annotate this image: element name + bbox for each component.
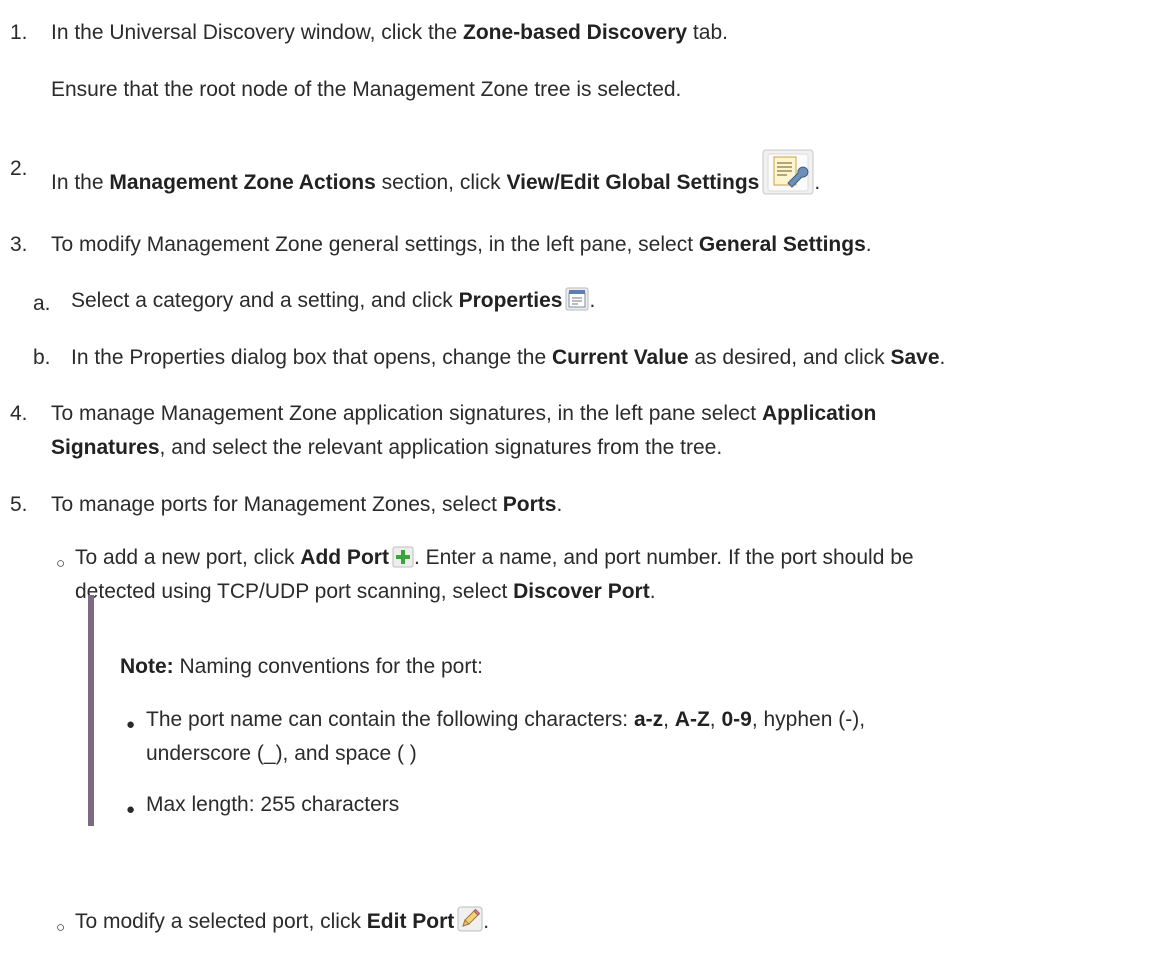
step-3a-letter: a. (33, 292, 51, 315)
step-3-pre: To modify Management Zone general settin… (51, 233, 699, 256)
discover-port-label: Discover Port (513, 580, 650, 603)
step-5-post: . (556, 493, 563, 516)
add-port-text-line1: To add a new port, click Add Port . Ente… (75, 541, 914, 579)
edit-port-text: To modify a selected port, click Edit Po… (75, 905, 489, 943)
note-bullet-1-line2: underscore (_), and space ( ) (146, 742, 417, 765)
zone-based-discovery-label: Zone-based Discovery (463, 21, 688, 44)
chars-az: a-z (633, 708, 664, 731)
note-b1-pre: The port name can contain the following … (146, 708, 634, 731)
step-1-number: 1. (10, 21, 28, 44)
view-edit-global-settings-label: View/Edit Global Settings (506, 171, 760, 194)
step-3a-text: Select a category and a setting, and cli… (71, 284, 595, 322)
step-2-pre: In the (51, 171, 110, 194)
step-2-mid: section, click (375, 171, 507, 194)
properties-label: Properties (458, 289, 563, 312)
hollow-bullet-icon: ○ (56, 919, 66, 936)
step-3a-post: . (589, 289, 596, 312)
step-5-pre: To manage ports for Management Zones, se… (51, 493, 503, 516)
add-port-line2-post: . (649, 580, 656, 603)
application-label: Application (761, 402, 877, 425)
add-port-text-line2: detected using TCP/UDP port scanning, se… (75, 575, 656, 609)
step-3-post: . (865, 233, 872, 256)
step-3a-pre: Select a category and a setting, and cli… (71, 289, 459, 312)
general-settings-label: General Settings (698, 233, 866, 256)
note-b1-comma2: , (709, 708, 722, 731)
edit-port-label: Edit Port (366, 910, 455, 933)
current-value-label: Current Value (552, 346, 689, 369)
step-3b-text: In the Properties dialog box that opens,… (71, 341, 945, 375)
step-4-text-line1: To manage Management Zone application si… (51, 397, 876, 431)
edit-port-post: . (483, 910, 490, 933)
step-3b-mid: as desired, and click (688, 346, 891, 369)
add-port-label: Add Port (300, 546, 389, 569)
step-1-text: In the Universal Discovery window, click… (51, 16, 728, 50)
note-b1-comma1: , (663, 708, 675, 731)
chars-AZ: A-Z (674, 708, 710, 731)
note-bar (88, 595, 94, 826)
step-1-subtext: Ensure that the root node of the Managem… (51, 78, 682, 101)
note-bullet-icon: ● (126, 801, 136, 818)
step-1-post: tab. (687, 21, 728, 44)
step-3b-pre: In the Properties dialog box that opens,… (71, 346, 553, 369)
hollow-bullet-icon: ○ (56, 555, 66, 572)
step-5-text: To manage ports for Management Zones, se… (51, 488, 562, 522)
management-zone-actions-label: Management Zone Actions (109, 171, 376, 194)
signatures-label: Signatures (51, 436, 160, 459)
note-heading: Note: Naming conventions for the port: (120, 650, 483, 684)
properties-icon (565, 287, 589, 322)
note-bullet-icon: ● (126, 716, 136, 733)
note-b1-post: , hyphen (-), (751, 708, 866, 731)
step-1-pre: In the Universal Discovery window, click… (51, 21, 463, 44)
ports-label: Ports (502, 493, 557, 516)
note-text: Naming conventions for the port: (173, 655, 484, 678)
step-3-text: To modify Management Zone general settin… (51, 228, 872, 262)
note-label: Note: (120, 655, 174, 678)
edit-port-pre: To modify a selected port, click (75, 910, 367, 933)
step-3b-post: . (939, 346, 946, 369)
step-4-number: 4. (10, 402, 28, 425)
note-bullet-2: Max length: 255 characters (146, 793, 400, 816)
add-port-icon (392, 545, 414, 579)
step-4-pre: To manage Management Zone application si… (51, 402, 762, 425)
step-5-number: 5. (10, 493, 28, 516)
add-port-line2-pre: detected using TCP/UDP port scanning, se… (75, 580, 514, 603)
save-label: Save (890, 346, 940, 369)
step-4-text-line2: Signatures, and select the relevant appl… (51, 431, 722, 465)
step-2-number: 2. (10, 157, 28, 180)
global-settings-icon (762, 149, 814, 206)
step-2-post: . (814, 171, 821, 194)
edit-port-icon (457, 906, 483, 943)
note-bullet-1-line1: The port name can contain the following … (146, 703, 865, 737)
step-3b-letter: b. (33, 346, 51, 369)
add-port-pre: To add a new port, click (75, 546, 301, 569)
step-4-post: , and select the relevant application si… (159, 436, 723, 459)
chars-09: 0-9 (721, 708, 752, 731)
step-2-text: In the Management Zone Actions section, … (51, 149, 820, 206)
step-3-number: 3. (10, 233, 28, 256)
add-port-post: . Enter a name, and port number. If the … (413, 546, 914, 569)
